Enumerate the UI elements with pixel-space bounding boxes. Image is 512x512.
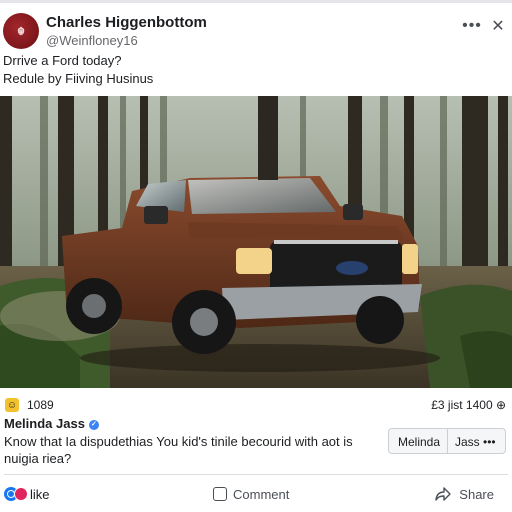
share-icon bbox=[435, 487, 451, 501]
author-handle: @Weinfloney16 bbox=[46, 33, 138, 48]
reaction-count[interactable]: 1089 bbox=[27, 398, 54, 412]
like-button[interactable]: like bbox=[4, 484, 50, 504]
comment-label: Comment bbox=[233, 486, 290, 502]
heart-icon bbox=[14, 487, 28, 501]
chip-divider bbox=[447, 429, 448, 453]
action-divider bbox=[4, 474, 508, 475]
reaction-icons bbox=[4, 487, 28, 501]
reaction-stats: ☺ 1089 £3 jist 1400 ⊕ bbox=[0, 396, 512, 416]
post-text-line-2: Redule by Fiiving Husinus bbox=[3, 71, 154, 86]
post-header: ☬ Charles Higgenbottom @Weinfloney16 •••… bbox=[0, 8, 512, 52]
mention-chip[interactable]: Melinda Jass ••• bbox=[388, 428, 506, 454]
close-icon[interactable]: ✕ bbox=[488, 16, 508, 36]
avatar-logo: ☬ bbox=[17, 24, 25, 38]
post-text-line-1: Drrive a Ford today? bbox=[3, 53, 122, 68]
laughing-emoji-icon[interactable]: ☺ bbox=[5, 398, 19, 412]
top-border bbox=[0, 0, 512, 3]
comment-button[interactable]: Comment bbox=[213, 484, 289, 504]
post-image[interactable] bbox=[0, 96, 512, 388]
like-label: like bbox=[30, 486, 50, 502]
comment-author-name: Melinda Jass bbox=[4, 416, 85, 431]
truck-in-forest-image bbox=[0, 96, 512, 388]
mention-chip-more[interactable]: Jass ••• bbox=[455, 435, 496, 449]
verified-badge-icon: ✓ bbox=[88, 419, 99, 430]
share-label: Share bbox=[459, 486, 494, 502]
share-stats[interactable]: £3 jist 1400 ⊕ bbox=[431, 398, 506, 412]
mention-chip-label: Melinda bbox=[398, 435, 441, 449]
share-button[interactable]: Share bbox=[435, 484, 494, 504]
author-name[interactable]: Charles Higgenbottom bbox=[46, 14, 207, 31]
comment-body: Know that Ia dispudethias You kid's tini… bbox=[4, 434, 353, 466]
action-bar: like Comment Share bbox=[0, 480, 512, 508]
comment-author[interactable]: Melinda Jass ✓ bbox=[4, 416, 99, 431]
avatar[interactable]: ☬ bbox=[3, 13, 39, 49]
comment-icon bbox=[213, 487, 227, 501]
more-options-icon[interactable]: ••• bbox=[462, 16, 482, 36]
